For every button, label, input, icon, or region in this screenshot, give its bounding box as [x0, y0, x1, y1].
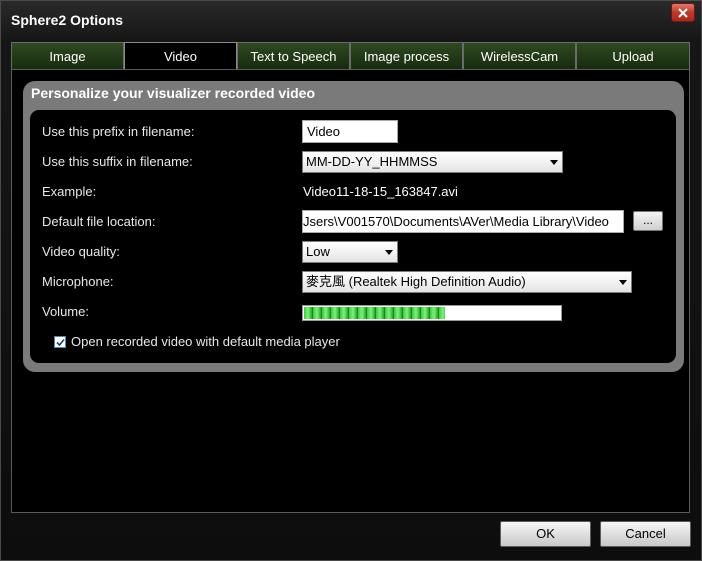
ok-button[interactable]: OK [500, 521, 591, 547]
suffix-select[interactable]: MM-DD-YY_HHMMSS [302, 151, 563, 173]
group-title: Personalize your visualizer recorded vid… [31, 85, 315, 101]
cancel-button[interactable]: Cancel [600, 521, 691, 547]
chevron-down-icon [619, 280, 627, 285]
window-title: Sphere2 Options [11, 12, 124, 28]
tab-image[interactable]: Image [11, 42, 124, 70]
video-settings-panel: Use this prefix in filename: Video Use t… [30, 110, 676, 363]
tab-video[interactable]: Video [124, 42, 237, 70]
microphone-value: 麥克風 (Realtek High Definition Audio) [306, 274, 526, 289]
tab-upload[interactable]: Upload [576, 42, 690, 70]
title-bar[interactable]: Sphere2 Options [1, 1, 701, 39]
options-dialog: Sphere2 Options Image Video Text to Spee… [0, 0, 702, 561]
checkmark-icon [56, 338, 65, 347]
suffix-value: MM-DD-YY_HHMMSS [306, 154, 438, 169]
example-value: Video11-18-15_163847.avi [303, 184, 458, 199]
tab-wirelesscam[interactable]: WirelessCam [463, 42, 576, 70]
close-button[interactable] [671, 3, 695, 22]
video-settings-group: Personalize your visualizer recorded vid… [23, 81, 684, 372]
tab-text-to-speech[interactable]: Text to Speech [237, 42, 350, 70]
prefix-label: Use this prefix in filename: [42, 124, 195, 139]
suffix-label: Use this suffix in filename: [42, 154, 193, 169]
chevron-down-icon [550, 160, 558, 165]
chevron-down-icon [385, 250, 393, 255]
volume-meter[interactable] [302, 305, 562, 321]
tab-content-video: Personalize your visualizer recorded vid… [11, 69, 690, 513]
open-player-label: Open recorded video with default media p… [71, 334, 340, 349]
example-label: Example: [42, 184, 97, 199]
browse-button[interactable]: ... [633, 211, 663, 231]
location-input[interactable]: Jsers\V001570\Documents\AVer\Media Libra… [302, 210, 624, 233]
tab-bar: Image Video Text to Speech Image process… [11, 42, 690, 70]
tab-image-process[interactable]: Image process [350, 42, 463, 70]
location-value: Jsers\V001570\Documents\AVer\Media Libra… [303, 214, 609, 229]
open-player-checkbox[interactable] [54, 336, 66, 348]
quality-select[interactable]: Low [302, 241, 398, 263]
prefix-input[interactable]: Video [302, 120, 398, 143]
location-label: Default file location: [42, 214, 156, 229]
close-icon [678, 7, 688, 18]
quality-label: Video quality: [42, 244, 120, 259]
microphone-select[interactable]: 麥克風 (Realtek High Definition Audio) [302, 271, 632, 293]
microphone-label: Microphone: [42, 274, 114, 289]
volume-meter-fill [304, 307, 445, 319]
volume-label: Volume: [42, 304, 89, 319]
quality-value: Low [306, 244, 330, 259]
